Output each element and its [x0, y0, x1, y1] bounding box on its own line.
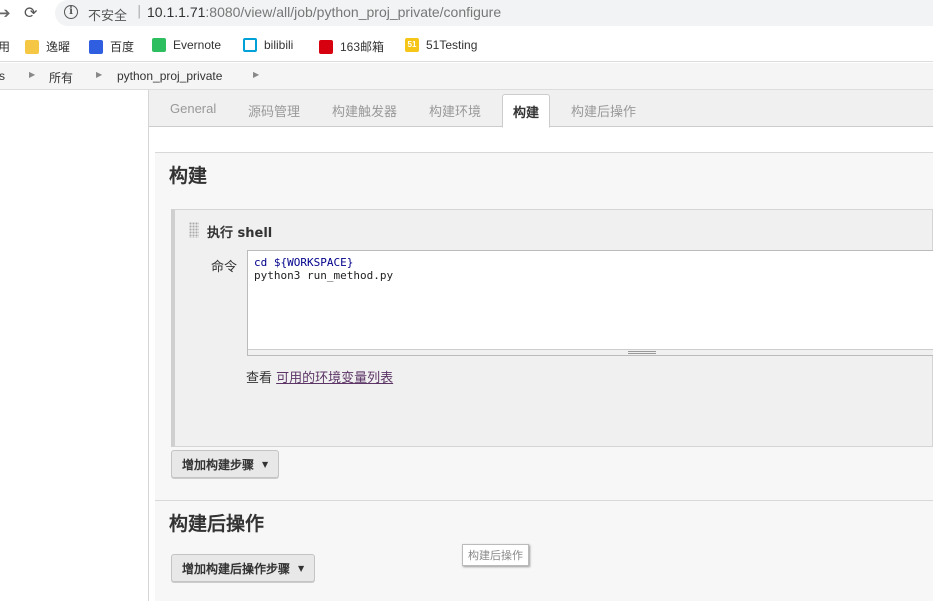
section-title-post-build: 构建后操作 — [169, 513, 265, 535]
bookmark-evernote[interactable]: Evernote — [152, 38, 221, 52]
tab-triggers[interactable]: 构建触发器 — [332, 101, 397, 120]
caret-down-icon: ▼ — [262, 459, 269, 469]
chevron-right-icon[interactable]: ▶ — [29, 70, 35, 79]
command-text[interactable]: cd ${WORKSPACE} python3 run_method.py — [254, 256, 393, 282]
textarea-resizer[interactable] — [248, 349, 933, 355]
bookmark-label: 逸曜 — [46, 40, 71, 54]
address-bar: ➔ ⟳ i 不安全 | 10.1.1.71:8080/view/all/job/… — [0, 0, 933, 27]
drag-handle-icon[interactable] — [189, 222, 199, 238]
security-label[interactable]: 不安全 — [88, 5, 127, 24]
tab-post-build[interactable]: 构建后操作 — [571, 101, 636, 120]
add-build-step-button[interactable]: 增加构建步骤 ▼ — [171, 450, 280, 478]
chevron-right-icon[interactable]: ▶ — [253, 70, 259, 79]
step-title: 执行 shell — [207, 226, 273, 241]
evernote-icon — [152, 38, 166, 52]
section-title-build: 构建 — [169, 165, 208, 187]
chevron-right-icon[interactable]: ▶ — [96, 70, 102, 79]
breadcrumb-item-all[interactable]: 所有 — [49, 69, 73, 86]
bookmark-baidu[interactable]: 百度 — [89, 38, 134, 55]
config-tabs: General 源码管理 构建触发器 构建环境 构建 构建后操作 — [149, 90, 933, 128]
baidu-icon — [89, 39, 103, 54]
tab-build[interactable]: 构建 — [502, 94, 551, 128]
breadcrumb-item[interactable]: s — [0, 69, 5, 83]
env-hint-prefix: 查看 — [246, 371, 277, 386]
url-separator: | — [137, 4, 142, 19]
caret-down-icon: ▼ — [298, 563, 305, 573]
bookmark-51testing[interactable]: 51 51Testing — [405, 38, 477, 52]
breadcrumb-item-job[interactable]: python_proj_private — [117, 69, 222, 83]
folder-icon — [25, 39, 39, 54]
side-panel — [0, 90, 149, 601]
url-box[interactable]: i 不安全 | 10.1.1.71:8080/view/all/job/pyth… — [55, 0, 933, 26]
config-main: General 源码管理 构建触发器 构建环境 构建 构建后操作 构建 执行 s… — [149, 90, 933, 601]
bilibili-icon — [243, 38, 257, 52]
command-label: 命令 — [211, 260, 238, 275]
info-icon[interactable]: i — [64, 5, 78, 19]
bookmark-163mail[interactable]: 163邮箱 — [319, 38, 384, 55]
bookmark-bilibili[interactable]: bilibili — [243, 38, 293, 52]
url-text[interactable]: 10.1.1.71:8080/view/all/job/python_proj_… — [147, 4, 501, 20]
tab-general[interactable]: General — [170, 101, 216, 116]
resize-grip-icon[interactable] — [628, 351, 656, 354]
command-textarea[interactable]: cd ${WORKSPACE} python3 run_method.py — [247, 250, 933, 356]
button-label: 增加构建后操作步骤 — [182, 561, 291, 576]
env-vars-hint: 查看 可用的环境变量列表 — [246, 367, 393, 386]
reload-icon[interactable]: ⟳ — [24, 3, 37, 22]
breadcrumb: s ▶ 所有 ▶ python_proj_private ▶ — [0, 63, 933, 90]
bookmark-label: Evernote — [173, 38, 222, 52]
bookmark-label: bilibili — [264, 38, 294, 52]
tooltip: 构建后操作 — [462, 544, 529, 566]
bookmark-label: 51Testing — [426, 38, 478, 52]
bookmark-yiyao[interactable]: 逸曜 — [25, 38, 70, 55]
url-path: :8080/view/all/job/python_proj_private/c… — [205, 4, 502, 20]
bookmark-label: 163邮箱 — [340, 40, 385, 54]
shell-step: 执行 shell 命令 cd ${WORKSPACE} python3 run_… — [171, 209, 933, 447]
add-post-build-step-button[interactable]: 增加构建后操作步骤 ▼ — [171, 554, 316, 582]
bookmarks-bar: 用 逸曜 百度 Evernote bilibili 163邮箱 51 51Tes… — [0, 30, 933, 62]
bookmark-label: 百度 — [110, 40, 135, 54]
51testing-icon: 51 — [405, 38, 419, 52]
command-line-1: cd ${WORKSPACE} — [254, 256, 354, 269]
post-build-section: 构建后操作 增加构建后操作步骤 ▼ — [155, 500, 933, 601]
mail163-icon — [319, 39, 333, 54]
command-line-2: python3 run_method.py — [254, 269, 394, 282]
button-label: 增加构建步骤 — [182, 457, 255, 472]
bookmark-apps[interactable]: 用 — [0, 38, 10, 55]
env-vars-link[interactable]: 可用的环境变量列表 — [276, 371, 393, 386]
forward-icon[interactable]: ➔ — [0, 4, 11, 22]
tab-scm[interactable]: 源码管理 — [248, 101, 300, 120]
tab-build-env[interactable]: 构建环境 — [429, 101, 481, 120]
build-section: 构建 执行 shell 命令 cd ${WORKSPACE} python3 r… — [155, 152, 933, 500]
url-host: 10.1.1.71 — [147, 4, 206, 20]
bookmark-label: 用 — [0, 40, 11, 54]
